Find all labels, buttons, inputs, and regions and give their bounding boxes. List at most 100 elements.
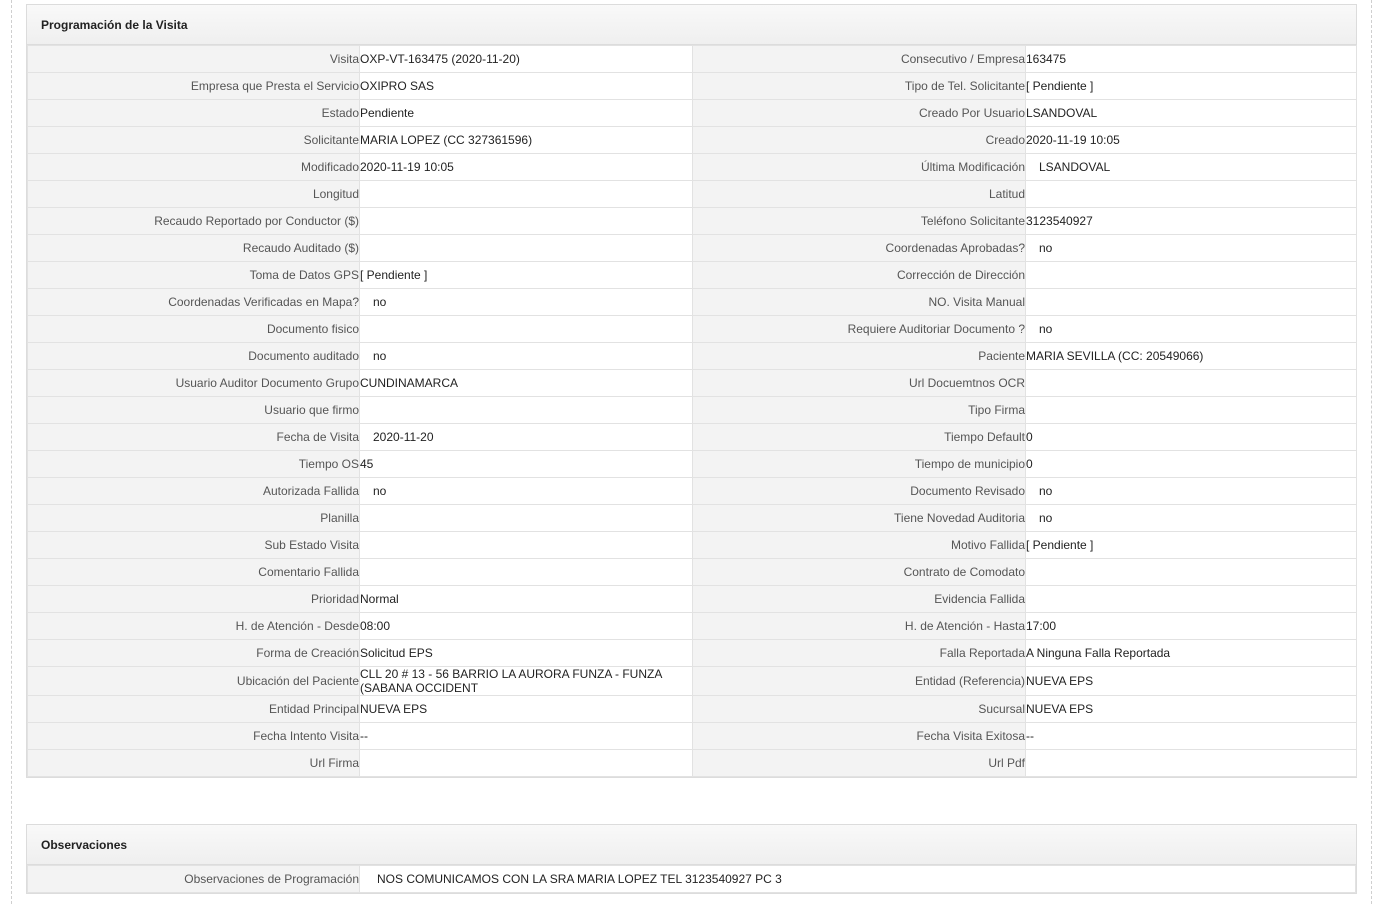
field-value: [359, 234, 693, 262]
observaciones-title: Observaciones: [27, 825, 1356, 865]
field-label: Url Pdf: [692, 749, 1026, 777]
field-value: 2020-11-20: [359, 423, 693, 451]
field-value: [359, 396, 693, 424]
table-row: Observaciones de Programación NOS COMUNI…: [27, 865, 1356, 893]
field-label: Entidad Principal: [27, 695, 360, 723]
table-row: Estado Pendiente Creado Por Usuario LSANDOV…: [27, 99, 1357, 127]
field-value: no: [1025, 234, 1357, 262]
table-row: Url Firma Url Pdf: [27, 749, 1357, 777]
field-label: Longitud: [27, 180, 360, 208]
programacion-panel: Programación de la Visita Visita OXP-VT-1…: [26, 4, 1357, 778]
observaciones-table: Observaciones de Programación NOS COMUNI…: [27, 865, 1356, 893]
field-label: Url Docuemtnos OCR: [692, 369, 1026, 397]
field-label: Sucursal: [692, 695, 1026, 723]
table-row: Prioridad Normal Evidencia Fallida: [27, 585, 1357, 613]
field-value: 163475: [1025, 45, 1357, 73]
table-row: Coordenadas Verificadas en Mapa? no NO. Vi…: [27, 288, 1357, 316]
field-value: [1025, 558, 1357, 586]
field-label: NO. Visita Manual: [692, 288, 1026, 316]
table-row: Documento auditado no Paciente MARIA SEVILL…: [27, 342, 1357, 370]
field-value: [359, 749, 693, 777]
table-row: Visita OXP-VT-163475 (2020-11-20) Consecut…: [27, 45, 1357, 73]
field-label: Teléfono Solicitante: [692, 207, 1026, 235]
field-value: [1025, 288, 1357, 316]
table-row: Usuario que firmo Tipo Firma: [27, 396, 1357, 424]
field-value: no: [359, 342, 693, 370]
field-label: Sub Estado Visita: [27, 531, 360, 559]
field-label: Evidencia Fallida: [692, 585, 1026, 613]
field-value: [359, 558, 693, 586]
field-label: Documento Revisado: [692, 477, 1026, 505]
field-value: [ Pendiente ]: [1025, 72, 1357, 100]
field-value: NUEVA EPS: [1025, 695, 1357, 723]
field-label: Solicitante: [27, 126, 360, 154]
field-label: Planilla: [27, 504, 360, 532]
field-value: 45: [359, 450, 693, 478]
field-value: [359, 531, 693, 559]
field-value: [ Pendiente ]: [359, 261, 693, 289]
field-label: Documento fisico: [27, 315, 360, 343]
field-value: 3123540927: [1025, 207, 1357, 235]
field-label: Coordenadas Aprobadas?: [692, 234, 1026, 262]
field-label: Latitud: [692, 180, 1026, 208]
table-row: Recaudo Auditado ($) Coordenadas Aprobada…: [27, 234, 1357, 262]
field-value: [ Pendiente ]: [1025, 531, 1357, 559]
field-label: Entidad (Referencia): [692, 666, 1026, 696]
table-row: Longitud Latitud: [27, 180, 1357, 208]
field-label: Fecha de Visita: [27, 423, 360, 451]
field-value: NOS COMUNICAMOS CON LA SRA MARIA LOPEZ T…: [359, 865, 1356, 893]
field-label: Usuario Auditor Documento Grupo: [27, 369, 360, 397]
table-row: H. de Atención - Desde 08:00 H. de Atenció…: [27, 612, 1357, 640]
table-row: Entidad Principal NUEVA EPS Sucursal NUEVA …: [27, 695, 1357, 723]
field-value: no: [359, 288, 693, 316]
field-value: [1025, 585, 1357, 613]
field-value: [359, 315, 693, 343]
field-label: Recaudo Auditado ($): [27, 234, 360, 262]
table-row: Empresa que Presta el Servicio OXIPRO SAS…: [27, 72, 1357, 100]
field-label: Toma de Datos GPS: [27, 261, 360, 289]
field-label: Recaudo Reportado por Conductor ($): [27, 207, 360, 235]
field-label: Tiempo de municipio: [692, 450, 1026, 478]
field-label: Consecutivo / Empresa: [692, 45, 1026, 73]
field-label: Prioridad: [27, 585, 360, 613]
field-label: Fecha Intento Visita: [27, 722, 360, 750]
field-value: NUEVA EPS: [1025, 666, 1357, 696]
field-value: Solicitud EPS: [359, 639, 693, 667]
field-value: [1025, 749, 1357, 777]
field-value: A Ninguna Falla Reportada: [1025, 639, 1357, 667]
field-value: 08:00: [359, 612, 693, 640]
field-label: Requiere Auditoriar Documento ?: [692, 315, 1026, 343]
field-value: OXP-VT-163475 (2020-11-20): [359, 45, 693, 73]
field-value: [1025, 369, 1357, 397]
table-row: Ubicación del Paciente CLL 20 # 13 - 56 B…: [27, 666, 1357, 696]
table-row: Modificado 2020-11-19 10:05 Última Modific…: [27, 153, 1357, 181]
field-label: Contrato de Comodato: [692, 558, 1026, 586]
field-value: [1025, 396, 1357, 424]
field-label: Última Modificación: [692, 153, 1026, 181]
field-label: Url Firma: [27, 749, 360, 777]
field-label: Visita: [27, 45, 360, 73]
field-value: MARIA SEVILLA (CC: 20549066): [1025, 342, 1357, 370]
field-label: Estado: [27, 99, 360, 127]
programacion-title: Programación de la Visita: [27, 5, 1356, 45]
field-label: Documento auditado: [27, 342, 360, 370]
field-label: Motivo Fallida: [692, 531, 1026, 559]
field-value: no: [1025, 315, 1357, 343]
table-row: Usuario Auditor Documento Grupo CUNDINAMA…: [27, 369, 1357, 397]
field-label: Usuario que firmo: [27, 396, 360, 424]
field-value: no: [1025, 504, 1357, 532]
field-label: Autorizada Fallida: [27, 477, 360, 505]
field-value: --: [1025, 722, 1357, 750]
table-row: Toma de Datos GPS[ Pendiente ] Corrección…: [27, 261, 1357, 289]
field-label: H. de Atención - Desde: [27, 612, 360, 640]
field-label: Tiene Novedad Auditoria: [692, 504, 1026, 532]
field-value: NUEVA EPS: [359, 695, 693, 723]
field-value: LSANDOVAL: [1025, 99, 1357, 127]
field-value: Pendiente: [359, 99, 693, 127]
field-value: MARIA LOPEZ (CC 327361596): [359, 126, 693, 154]
field-label: Tiempo Default: [692, 423, 1026, 451]
field-value: 2020-11-19 10:05: [1025, 126, 1357, 154]
field-label: Tipo de Tel. Solicitante: [692, 72, 1026, 100]
programacion-table: Visita OXP-VT-163475 (2020-11-20) Consecut…: [27, 45, 1357, 777]
field-label: Empresa que Presta el Servicio: [27, 72, 360, 100]
